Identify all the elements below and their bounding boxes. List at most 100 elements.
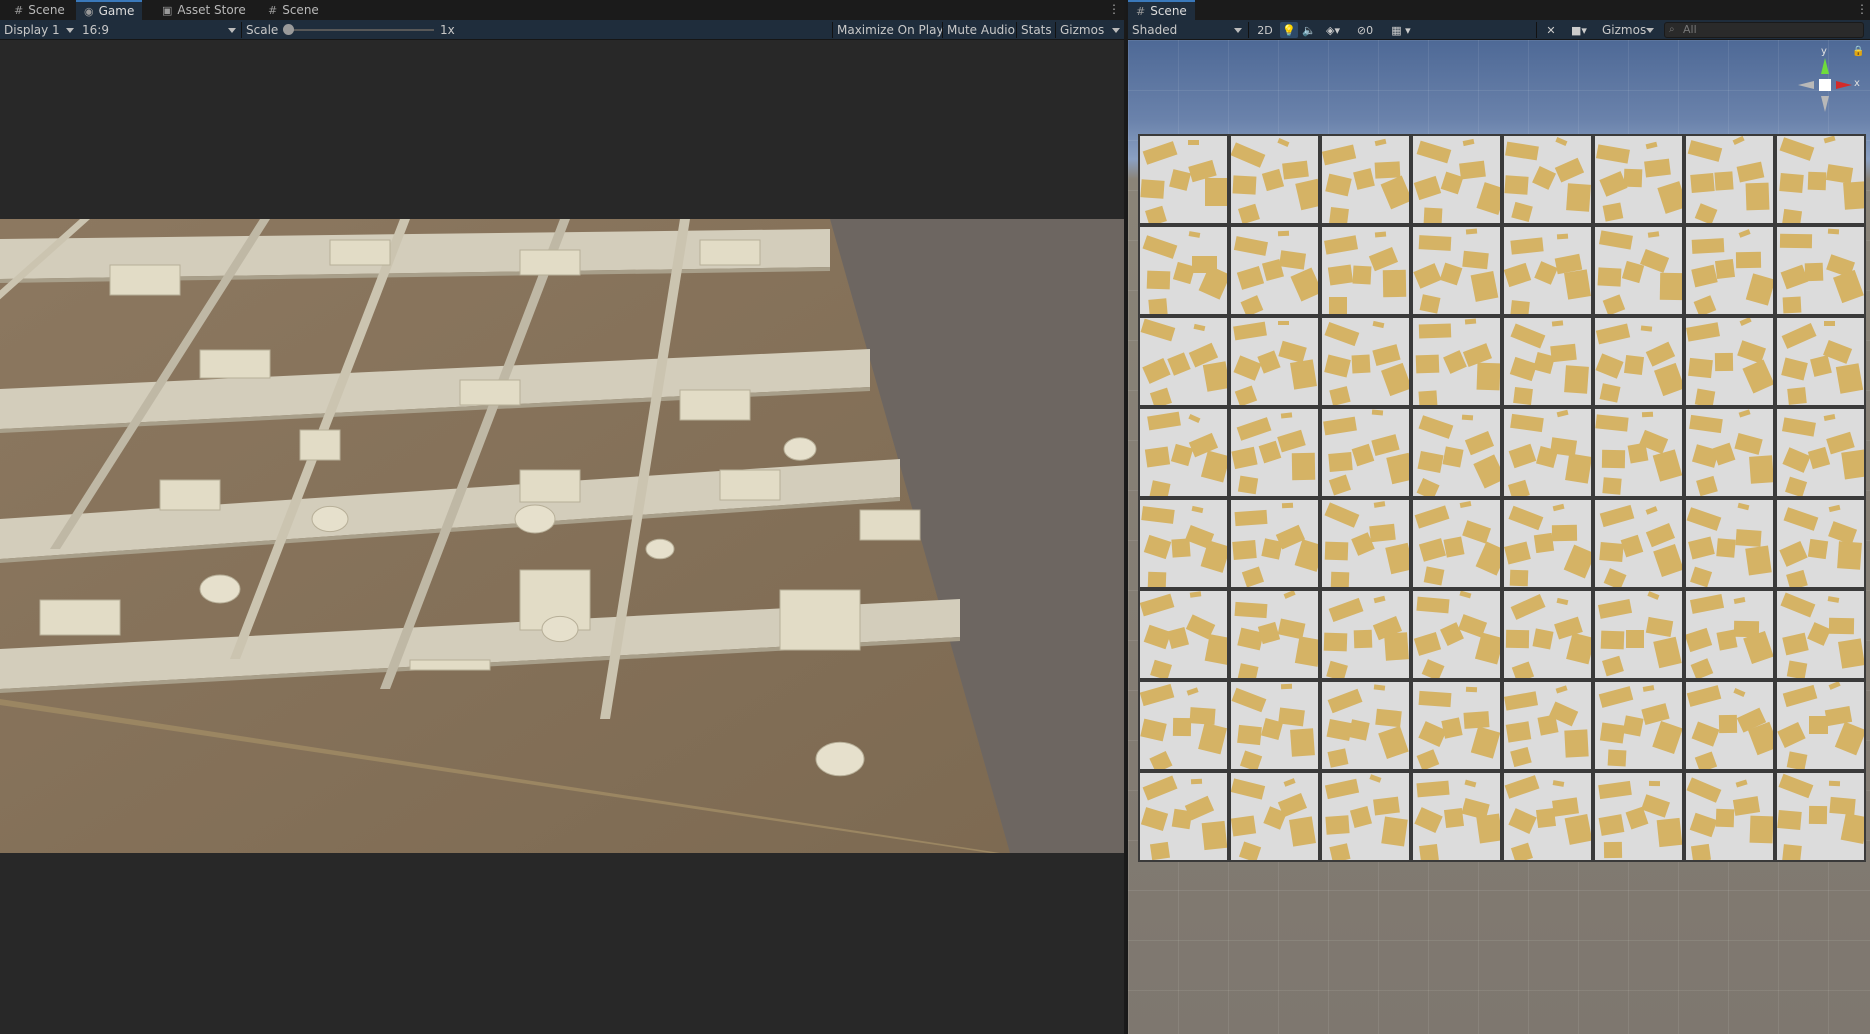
furniture-item [1601,656,1625,678]
tab-asset-store[interactable]: ▣ Asset Store [154,0,254,20]
furniture-item [159,479,221,511]
furniture-item [1745,545,1772,577]
furniture-item [1140,718,1167,742]
furniture-item [1277,792,1308,818]
panel-menu-icon[interactable]: ⋮ [1856,2,1868,16]
maximize-on-play-toggle[interactable]: Maximize On Play [833,20,948,40]
mute-audio-toggle[interactable]: Mute Audio [943,20,1019,40]
furniture-item [1237,663,1259,678]
furniture-item [1325,814,1350,835]
furniture-item [1278,707,1306,727]
room-tile [1320,134,1411,225]
panel-menu-icon[interactable]: ⋮ [1108,2,1120,16]
furniture-item [1653,543,1682,578]
furniture-item [1382,269,1406,298]
camera-dropdown-icon[interactable]: ■▾ [1564,22,1594,38]
gizmos-dropdown[interactable]: Gizmos [1056,20,1124,40]
grid-dropdown-icon[interactable]: ▦ ▾ [1384,22,1418,38]
lock-icon[interactable]: 🔒 [1852,46,1864,57]
scale-value: 1x [440,23,455,37]
furniture-item [1686,777,1721,803]
furniture-item [1140,593,1175,617]
asset-store-icon: ▣ [162,3,173,17]
aspect-dropdown[interactable]: 16:9 [78,20,240,40]
furniture-item [1419,294,1441,314]
furniture-item [1553,779,1565,786]
room-tile [1229,134,1320,225]
effects-dropdown-icon[interactable]: ◈▾ [1320,22,1346,38]
furniture-item [1150,387,1173,405]
room-tile [1411,316,1502,407]
room-tile [1138,225,1229,316]
hidden-objects-icon[interactable]: ⊘ 0 [1350,22,1380,38]
furniture-item [1231,142,1266,168]
room-tile [1684,134,1775,225]
furniture-item [1564,269,1591,301]
furniture-item [1645,522,1676,548]
scale-slider[interactable] [288,29,434,31]
scene-viewport[interactable]: y x 🔒 [1128,40,1870,1034]
tab-scene-2[interactable]: # Scene [260,0,327,20]
2d-toggle[interactable]: 2D [1254,22,1276,38]
furniture-item [1202,360,1227,392]
furniture-item [1599,542,1624,563]
furniture-item [1418,390,1438,405]
game-viewport[interactable] [0,219,1124,853]
furniture-item [1686,322,1720,342]
furniture-item [1327,264,1353,286]
furniture-item [1416,477,1440,496]
tab-game[interactable]: ◉ Game [76,0,143,20]
furniture-item [1140,319,1176,342]
tools-icon[interactable]: ✕ [1542,22,1560,38]
furniture-item [1189,591,1202,598]
lighting-toggle-icon[interactable]: 💡 [1280,22,1298,38]
tab-scene-right[interactable]: # Scene [1128,0,1195,20]
furniture-item [1418,414,1453,439]
furniture-item [1690,594,1725,614]
orientation-gizmo[interactable]: y x 🔒 [1790,46,1864,120]
furniture-item [1464,779,1477,787]
scene-search-input[interactable]: ⌕ All [1664,22,1864,38]
furniture-item [1511,202,1533,223]
furniture-item [1167,352,1192,377]
display-dropdown[interactable]: Display 1 [0,20,78,40]
shading-mode-dropdown[interactable]: Shaded [1128,20,1246,40]
furniture-item [1640,249,1670,274]
furniture-item [1373,796,1401,816]
furniture-item [1510,593,1546,620]
right-tab-bar: # Scene ⋮ [1128,0,1870,20]
furniture-item [1646,616,1675,638]
tab-scene[interactable]: # Scene [6,0,73,20]
furniture-item [1555,136,1568,146]
furniture-item [1552,796,1580,817]
furniture-item [1552,524,1578,542]
furniture-item [1413,632,1441,657]
scale-slider-handle[interactable] [283,24,294,35]
furniture-item [1295,178,1318,211]
furniture-item [1781,357,1809,381]
tab-label: Asset Store [177,3,246,17]
furniture-item [1510,323,1546,349]
audio-toggle-icon[interactable]: 🔈 [1300,22,1318,38]
furniture-item [1416,596,1450,613]
furniture-item [1603,568,1627,587]
furniture-item [1142,358,1171,384]
furniture-item [1786,660,1808,678]
furniture-item [1653,637,1682,669]
stats-toggle[interactable]: Stats [1017,20,1056,40]
furniture-item [1323,235,1358,255]
scene-gizmos-dropdown[interactable]: Gizmos [1598,20,1658,40]
furniture-item [1191,505,1203,513]
furniture-item [409,659,491,671]
furniture-item [1836,541,1862,570]
furniture-item [1278,340,1308,364]
furniture-item [1145,446,1171,468]
furniture-item [1694,751,1718,769]
furniture-item [1651,721,1682,755]
furniture-item [1648,231,1660,238]
furniture-item [1276,429,1306,453]
furniture-item [1290,267,1318,302]
furniture-item [1413,263,1441,290]
furniture-item [1782,684,1818,707]
room-tile [1411,498,1502,589]
